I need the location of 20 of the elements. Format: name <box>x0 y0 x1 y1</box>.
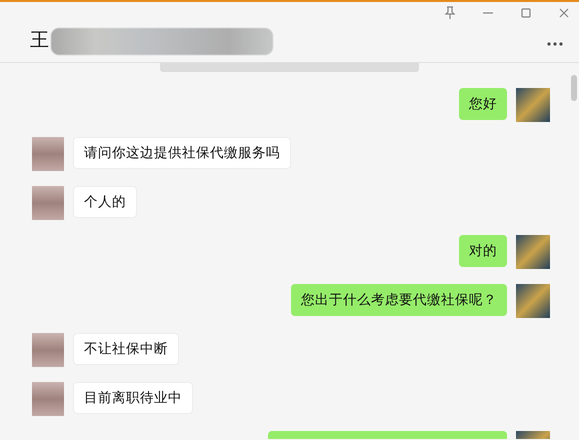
pin-icon[interactable] <box>443 6 457 20</box>
maximize-icon[interactable] <box>519 6 533 20</box>
message-bubble: 目前离职待业中 <box>73 382 193 414</box>
avatar-picture[interactable] <box>32 137 64 171</box>
message-bubble: 个人的 <box>73 186 137 218</box>
chat-title: 王 <box>30 28 49 54</box>
close-icon[interactable] <box>557 6 571 20</box>
message-bubble: 不让社保中断 <box>73 333 179 365</box>
avatar-picture[interactable] <box>32 186 64 220</box>
avatar-picture[interactable] <box>516 235 550 269</box>
more-options-icon[interactable] <box>547 42 563 46</box>
scrollbar-thumb[interactable] <box>571 75 577 101</box>
message-bubble: 请问你这边提供社保代缴服务吗 <box>73 137 291 169</box>
avatar-picture[interactable] <box>516 284 550 318</box>
message-bubble: 对的 <box>459 235 507 267</box>
message-bubble: 您好 <box>459 88 507 120</box>
avatar-picture[interactable] <box>32 333 64 367</box>
avatar-picture[interactable] <box>516 88 550 122</box>
avatar-picture[interactable] <box>32 382 64 416</box>
message-bubble: 您出于什么考虑要代缴社保呢？ <box>291 284 507 316</box>
